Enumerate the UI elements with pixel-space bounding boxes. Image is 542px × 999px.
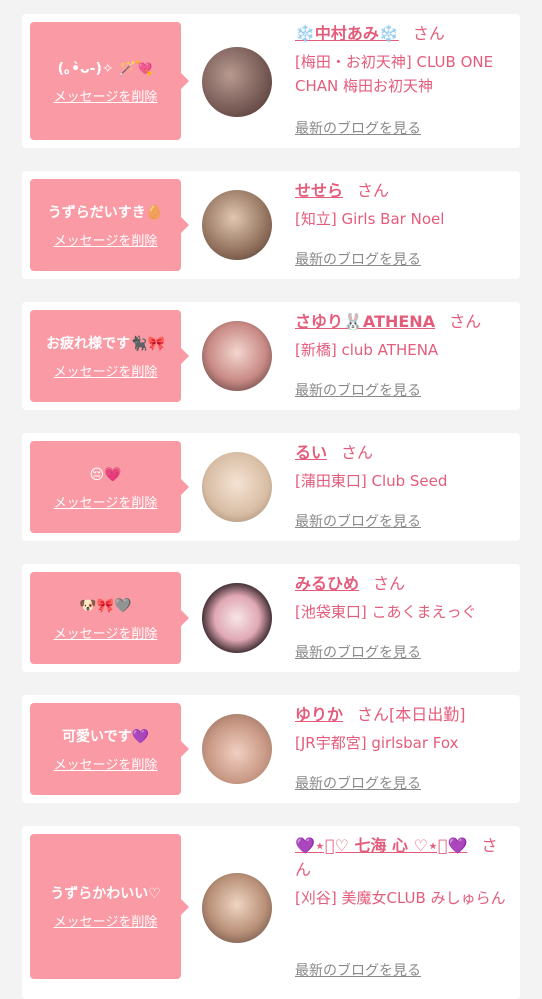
delete-message-link[interactable]: メッセージを削除 [54,623,158,642]
cast-name-link[interactable]: ゆりか [295,705,343,724]
message-card: 可愛いです💜 メッセージを削除 ゆりか さん[本日出勤] [JR宇都宮] girl… [22,695,520,803]
shop-label: [蒲田東口] Club Seed [295,472,448,490]
delete-message-link[interactable]: メッセージを削除 [54,361,158,380]
delete-message-link[interactable]: メッセージを削除 [54,754,158,773]
avatar[interactable] [202,321,272,391]
cast-name-link[interactable]: るい [295,443,327,462]
cast-name-link[interactable]: せせら [295,181,343,200]
message-text: 可愛いです💜 [61,728,149,745]
latest-blog-link[interactable]: 最新のブログを見る [295,960,421,980]
message-card: うずらだいすき🥚 メッセージを削除 せせら さん [知立] Girls Bar N… [22,171,520,279]
latest-blog-link[interactable]: 最新のブログを見る [295,118,421,138]
honorific-label: さん [357,181,390,200]
cast-name-link[interactable]: 💜⋆͛♡ 七海 心 ♡⋆͛💜 [295,836,467,855]
honorific-label: さん [341,443,374,462]
cast-name-link[interactable]: みるひめ [295,574,359,593]
shop-label: [池袋東口] こあくまえっぐ [295,603,477,621]
message-bubble: 😔💗 メッセージを削除 [30,441,189,533]
avatar[interactable] [202,190,272,260]
message-bubble: お疲れ様です🐈‍⬛🎀 メッセージを削除 [30,310,189,402]
avatar[interactable] [202,452,272,522]
latest-blog-link[interactable]: 最新のブログを見る [295,642,421,662]
cast-name-link[interactable]: さゆり🐰ATHENA [295,312,435,331]
message-bubble: 可愛いです💜 メッセージを削除 [30,703,189,795]
message-card: (｡•̀ᴗ-)✧ 🪄💘 メッセージを削除 ❄️中村あみ❄️ さん [梅田・お初天神… [22,14,520,148]
delete-message-link[interactable]: メッセージを削除 [54,230,158,249]
message-text: 😔💗 [89,466,122,483]
honorific-label: さん [449,312,482,331]
honorific-label: さん [357,705,390,724]
message-card: 🐶🎀🩶 メッセージを削除 みるひめ さん [池袋東口] こあくまえっぐ 最新のブロ… [22,564,520,672]
message-text: (｡•̀ᴗ-)✧ 🪄💘 [57,60,154,77]
shop-label: [新橋] club ATHENA [295,341,439,359]
work-status-label: [本日出勤] [389,705,466,724]
cast-name-link[interactable]: ❄️中村あみ❄️ [295,24,399,43]
shop-label: [梅田・お初天神] CLUB ONE CHAN 梅田お初天神 [295,53,494,95]
latest-blog-link[interactable]: 最新のブログを見る [295,773,421,793]
message-card: 😔💗 メッセージを削除 るい さん [蒲田東口] Club Seed 最新のブログ… [22,433,520,541]
message-bubble: うずらかわいい♡ メッセージを削除 [30,834,189,979]
message-card: お疲れ様です🐈‍⬛🎀 メッセージを削除 さゆり🐰ATHENA さん [新橋] cl… [22,302,520,410]
avatar[interactable] [202,47,272,117]
shop-label: [知立] Girls Bar Noel [295,210,445,228]
message-text: 🐶🎀🩶 [79,597,132,614]
message-text: うずらかわいい♡ [50,886,161,902]
latest-blog-link[interactable]: 最新のブログを見る [295,380,421,400]
message-bubble: 🐶🎀🩶 メッセージを削除 [30,572,189,664]
honorific-label: さん [412,24,445,43]
avatar[interactable] [202,583,272,653]
avatar[interactable] [202,714,272,784]
latest-blog-link[interactable]: 最新のブログを見る [295,249,421,269]
shop-label: [JR宇都宮] girlsbar Fox [295,734,459,752]
delete-message-link[interactable]: メッセージを削除 [54,911,158,930]
message-bubble: うずらだいすき🥚 メッセージを削除 [30,179,189,271]
shop-label: [刈谷] 美魔女CLUB みしゅらん [295,889,506,907]
honorific-label: さん [373,574,406,593]
delete-message-link[interactable]: メッセージを削除 [54,492,158,511]
delete-message-link[interactable]: メッセージを削除 [54,86,158,105]
message-card: うずらかわいい♡ メッセージを削除 💜⋆͛♡ 七海 心 ♡⋆͛💜 さん [刈谷] … [22,826,520,999]
latest-blog-link[interactable]: 最新のブログを見る [295,511,421,531]
avatar[interactable] [202,873,272,943]
message-text: お疲れ様です🐈‍⬛🎀 [46,335,165,352]
message-bubble: (｡•̀ᴗ-)✧ 🪄💘 メッセージを削除 [30,22,189,140]
message-text: うずらだいすき🥚 [47,204,164,221]
